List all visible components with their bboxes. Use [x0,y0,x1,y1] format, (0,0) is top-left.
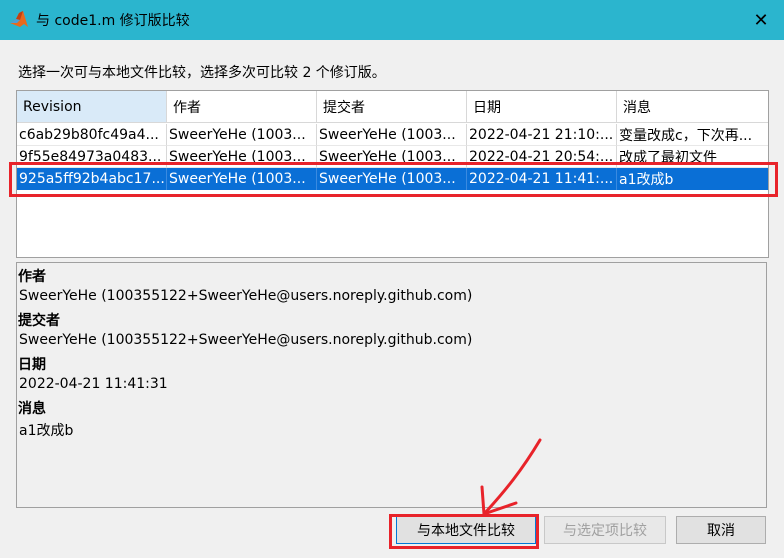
column-header-author[interactable]: 作者 [167,91,317,123]
revision-cell: c6ab29b80fc49a4... [17,124,167,146]
date-label: 日期 [18,357,46,373]
date-cell: 2022-04-21 11:41:... [467,168,617,190]
table-row-selected[interactable]: 925a5ff92b4abc17... SweerYeHe (1003... S… [17,168,768,190]
matlab-icon [10,11,28,27]
message-cell: 改成了最初文件 [617,146,768,168]
author-label: 作者 [18,269,46,285]
date-value: 2022-04-21 11:41:31 [19,376,168,392]
column-header-message[interactable]: 消息 [617,91,768,123]
window-title: 与 code1.m 修订版比较 [36,13,190,29]
message-value: a1改成b [19,423,74,439]
author-cell: SweerYeHe (1003... [167,124,317,146]
date-cell: 2022-04-21 20:54:... [467,146,617,168]
committer-value: SweerYeHe (100355122+SweerYeHe@users.nor… [19,332,473,348]
table-row[interactable]: 9f55e84973a0483... SweerYeHe (1003... Sw… [17,146,768,168]
committer-label: 提交者 [18,313,60,329]
author-value: SweerYeHe (100355122+SweerYeHe@users.nor… [19,288,473,304]
close-icon: ✕ [753,9,769,31]
column-header-revision[interactable]: Revision [17,91,167,123]
column-header-date[interactable]: 日期 [467,91,617,123]
revision-cell: 9f55e84973a0483... [17,146,167,168]
cancel-button[interactable]: 取消 [676,516,766,544]
message-label: 消息 [18,401,46,417]
author-cell: SweerYeHe (1003... [167,168,317,190]
committer-cell: SweerYeHe (1003... [317,124,467,146]
revision-cell: 925a5ff92b4abc17... [17,168,167,190]
close-button[interactable]: ✕ [738,0,784,40]
date-cell: 2022-04-21 21:10:... [467,124,617,146]
author-cell: SweerYeHe (1003... [167,146,317,168]
table-row[interactable]: c6ab29b80fc49a4... SweerYeHe (1003... Sw… [17,124,768,146]
compare-with-local-button[interactable]: 与本地文件比较 [396,516,536,544]
message-cell: 变量改成c，下次再... [617,124,768,146]
committer-cell: SweerYeHe (1003... [317,168,467,190]
message-cell: a1改成b [619,172,674,188]
revision-table[interactable]: Revision 作者 提交者 日期 消息 c6ab29b80fc49a4...… [16,90,769,258]
title-bar: 与 code1.m 修订版比较 ✕ [0,0,784,40]
instruction-text: 选择一次可与本地文件比较，选择多次可比较 2 个修订版。 [18,65,386,81]
committer-cell: SweerYeHe (1003... [317,146,467,168]
compare-selected-button[interactable]: 与选定项比较 [544,516,666,544]
column-header-committer[interactable]: 提交者 [317,91,467,123]
revision-details-panel: 作者 SweerYeHe (100355122+SweerYeHe@users.… [16,262,767,508]
